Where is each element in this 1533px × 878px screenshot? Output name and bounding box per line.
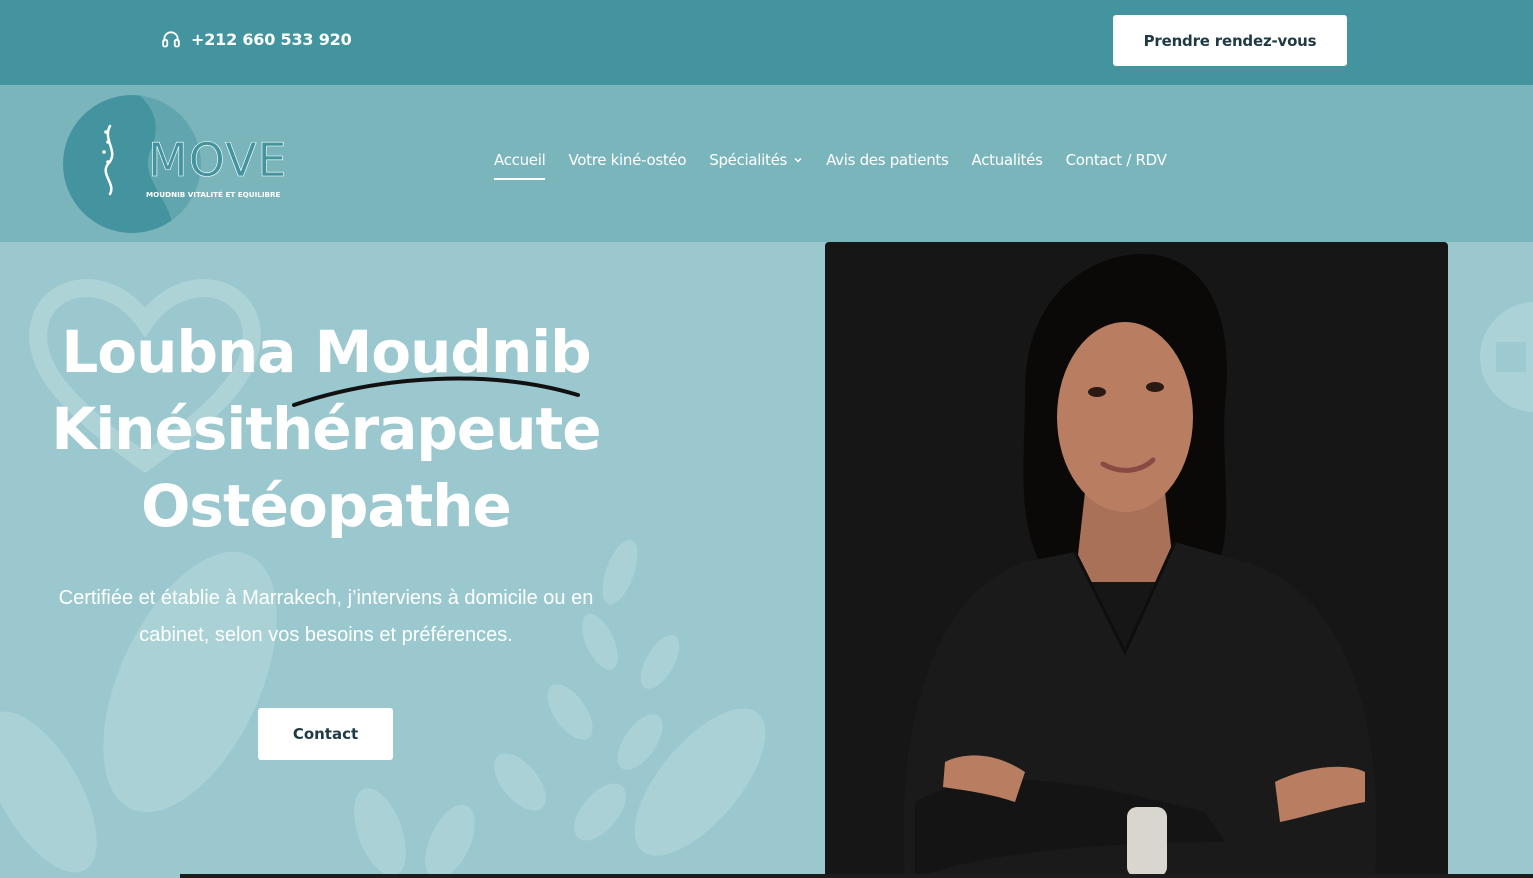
phone-number: +212 660 533 920: [191, 29, 352, 49]
hero-title: Loubna Moudnib Kinésithérapeute Ostéopat…: [0, 314, 652, 545]
nav-item-accueil[interactable]: Accueil: [494, 151, 546, 180]
therapist-portrait: [825, 242, 1448, 878]
svg-text:MOVE: MOVE: [148, 133, 288, 187]
brush-underline-icon: [292, 376, 580, 407]
nav-item-specialites-label: Spécialités: [709, 151, 788, 169]
nav-item-actualites[interactable]: Actualités: [972, 151, 1043, 169]
logo[interactable]: MOVE MOUDNIB VITALITÉ ET EQUILIBRE: [62, 94, 302, 234]
nav-item-specialites[interactable]: Spécialités: [709, 151, 803, 169]
main-navigation: Accueil Votre kiné-ostéo Spécialités Avi…: [494, 151, 1167, 180]
chevron-down-icon: [794, 157, 802, 163]
nav-item-avis-des-patients[interactable]: Avis des patients: [826, 151, 949, 169]
phone-link[interactable]: +212 660 533 920: [161, 29, 352, 49]
nav-item-contact-rdv[interactable]: Contact / RDV: [1066, 151, 1167, 169]
medical-cross-decoration-icon: [1480, 302, 1533, 412]
hero-title-line-specialty: Ostéopathe: [141, 472, 512, 540]
headset-icon: [162, 31, 180, 48]
bottom-divider: [180, 874, 1533, 878]
contact-button[interactable]: Contact: [258, 708, 393, 760]
nav-item-votre-kine-osteo[interactable]: Votre kiné-ostéo: [568, 151, 686, 169]
book-appointment-button[interactable]: Prendre rendez-vous: [1113, 15, 1347, 66]
hero-subtitle: Certifiée et établie à Marrakech, j’inte…: [58, 587, 594, 646]
site-header: MOVE MOUDNIB VITALITÉ ET EQUILIBRE Accue…: [0, 85, 1533, 242]
hero-section: Loubna Moudnib Kinésithérapeute Ostéopat…: [0, 242, 1533, 878]
top-bar: +212 660 533 920 Prendre rendez-vous: [0, 0, 1533, 85]
svg-text:MOUDNIB VITALITÉ ET EQUILIBRE: MOUDNIB VITALITÉ ET EQUILIBRE: [146, 190, 281, 199]
